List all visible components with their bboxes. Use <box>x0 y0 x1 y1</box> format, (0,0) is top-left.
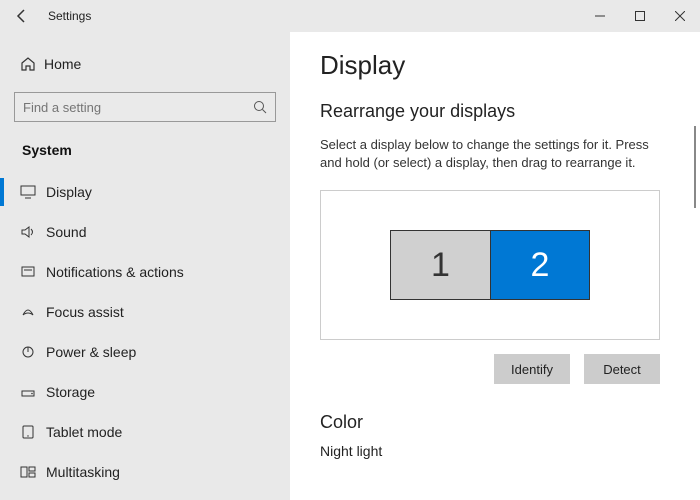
storage-icon <box>20 385 46 399</box>
tablet-icon <box>20 425 46 439</box>
multitasking-icon <box>20 465 46 479</box>
nav-item-notifications[interactable]: Notifications & actions <box>0 252 290 292</box>
window-title: Settings <box>48 9 91 23</box>
nav-item-power-sleep[interactable]: Power & sleep <box>0 332 290 372</box>
back-button[interactable] <box>0 0 44 32</box>
maximize-icon <box>635 11 645 21</box>
search-icon <box>253 100 267 114</box>
nav-label: Notifications & actions <box>46 264 184 280</box>
focus-assist-icon <box>20 305 46 319</box>
nav-item-focus-assist[interactable]: Focus assist <box>0 292 290 332</box>
rearrange-heading: Rearrange your displays <box>320 101 670 122</box>
nav-item-display[interactable]: Display <box>0 172 290 212</box>
content-pane: Display Rearrange your displays Select a… <box>290 32 700 500</box>
nav-label: Display <box>46 184 92 200</box>
scroll-indicator[interactable] <box>694 126 696 208</box>
monitor-1-label: 1 <box>431 246 450 285</box>
search-field[interactable] <box>23 100 253 115</box>
night-light-label: Night light <box>320 443 670 459</box>
monitor-2-label: 2 <box>531 246 550 285</box>
group-label-system: System <box>0 136 290 172</box>
search-input[interactable] <box>14 92 276 122</box>
home-label: Home <box>44 56 81 72</box>
nav-label: Tablet mode <box>46 424 122 440</box>
nav-label: Sound <box>46 224 86 240</box>
close-icon <box>675 11 685 21</box>
nav-label: Power & sleep <box>46 344 136 360</box>
monitor-1[interactable]: 1 <box>390 230 490 300</box>
nav-item-multitasking[interactable]: Multitasking <box>0 452 290 492</box>
maximize-button[interactable] <box>620 0 660 32</box>
sidebar: Home System Display Sound Notifications … <box>0 32 290 500</box>
close-button[interactable] <box>660 0 700 32</box>
rearrange-description: Select a display below to change the set… <box>320 136 670 172</box>
notifications-icon <box>20 265 46 279</box>
home-button[interactable]: Home <box>0 44 290 84</box>
window-controls <box>580 0 700 32</box>
display-arrangement-box: 1 2 <box>320 190 660 340</box>
monitor-2[interactable]: 2 <box>490 230 590 300</box>
titlebar: Settings <box>0 0 700 32</box>
nav-label: Multitasking <box>46 464 120 480</box>
nav-item-storage[interactable]: Storage <box>0 372 290 412</box>
display-icon <box>20 185 46 199</box>
page-title: Display <box>320 50 670 81</box>
color-heading: Color <box>320 412 670 433</box>
nav-label: Storage <box>46 384 95 400</box>
minimize-icon <box>595 11 605 21</box>
arrow-left-icon <box>14 8 30 24</box>
home-icon <box>20 56 44 72</box>
nav-list: Display Sound Notifications & actions Fo… <box>0 172 290 492</box>
power-icon <box>20 345 46 359</box>
sound-icon <box>20 225 46 239</box>
identify-button[interactable]: Identify <box>494 354 570 384</box>
detect-button[interactable]: Detect <box>584 354 660 384</box>
nav-label: Focus assist <box>46 304 124 320</box>
nav-item-tablet-mode[interactable]: Tablet mode <box>0 412 290 452</box>
minimize-button[interactable] <box>580 0 620 32</box>
nav-item-sound[interactable]: Sound <box>0 212 290 252</box>
